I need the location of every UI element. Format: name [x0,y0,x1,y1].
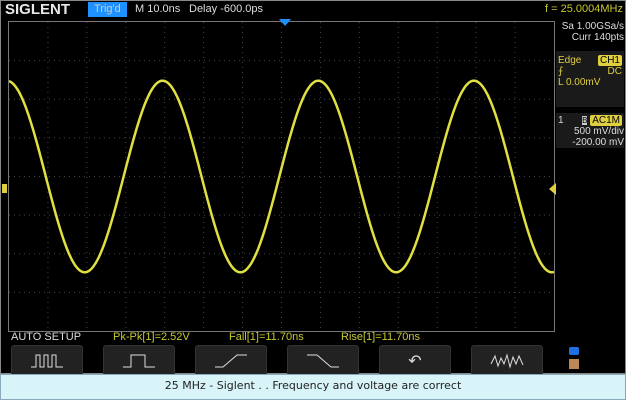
single-period-icon [123,354,155,368]
trigger-type: Edge [558,55,582,66]
logo: SIGLENT [5,1,71,18]
trigger-level: L 0.00mV [558,77,601,88]
waveform-svg [8,22,555,331]
undo-icon: ↶ [408,353,422,370]
channel-coupling: AC1M [590,115,622,126]
measurement-pkpk: Pk-Pk[1]=2.52V [113,331,190,343]
network-icon [569,359,579,369]
bandwidth-icon: B [582,116,588,125]
measurement-fall: Fall[1]=11.70ns [229,331,304,343]
delay[interactable]: Delay -600.0ps [189,3,263,15]
waveform-plot [8,21,555,332]
trigger-source: CH1 [597,55,622,66]
measurement-rise: Rise[1]=11.70ns [341,331,420,343]
channel-number: 1 [558,115,564,126]
trigger-panel[interactable]: Edge CH1 ⨍ DC L 0.00mV [556,51,624,107]
trigger-status[interactable]: Trig'd [88,2,127,17]
channel-marker[interactable] [2,184,7,193]
auto-setup-label: AUTO SETUP [11,331,82,343]
falling-edge-button[interactable] [287,345,359,377]
acquisition-panel: Sa 1.00GSa/s Curr 140pts [556,21,624,43]
multi-period-icon [31,354,63,368]
rising-edge-icon [215,354,247,368]
random-waveform-button[interactable] [471,345,543,377]
undo-button[interactable]: ↶ [379,345,451,377]
memory-depth: Curr 140pts [571,32,624,43]
top-bar: SIGLENT Trig'd M 10.0ns Delay -600.0ps f… [1,1,626,19]
falling-edge-icon [307,354,339,368]
trigger-level-marker[interactable] [549,183,556,195]
channel-scale: 500 mV/div [573,126,624,137]
channel-offset: -200.00 mV [572,137,624,148]
trigger-position-marker[interactable] [279,19,291,26]
caption: 25 MHz - Siglent . . Frequency and volta… [0,374,626,400]
usb-icon [569,347,579,355]
rising-edge-icon: ⨍ [558,66,564,77]
oscilloscope-screen: SIGLENT Trig'd M 10.0ns Delay -600.0ps f… [0,0,626,377]
sample-rate: Sa 1.00GSa/s [561,21,624,32]
timebase[interactable]: M 10.0ns [135,3,180,15]
trigger-coupling: DC [607,66,622,77]
frequency-readout: f = 25.0004MHz [545,3,623,15]
waveform-trace [8,79,555,274]
channel-panel[interactable]: 1 B AC1M 500 mV/div -200.00 mV [556,113,624,148]
rising-edge-button[interactable] [195,345,267,377]
multi-period-button[interactable] [11,345,83,377]
single-period-button[interactable] [103,345,175,377]
noise-wave-icon [490,353,524,369]
